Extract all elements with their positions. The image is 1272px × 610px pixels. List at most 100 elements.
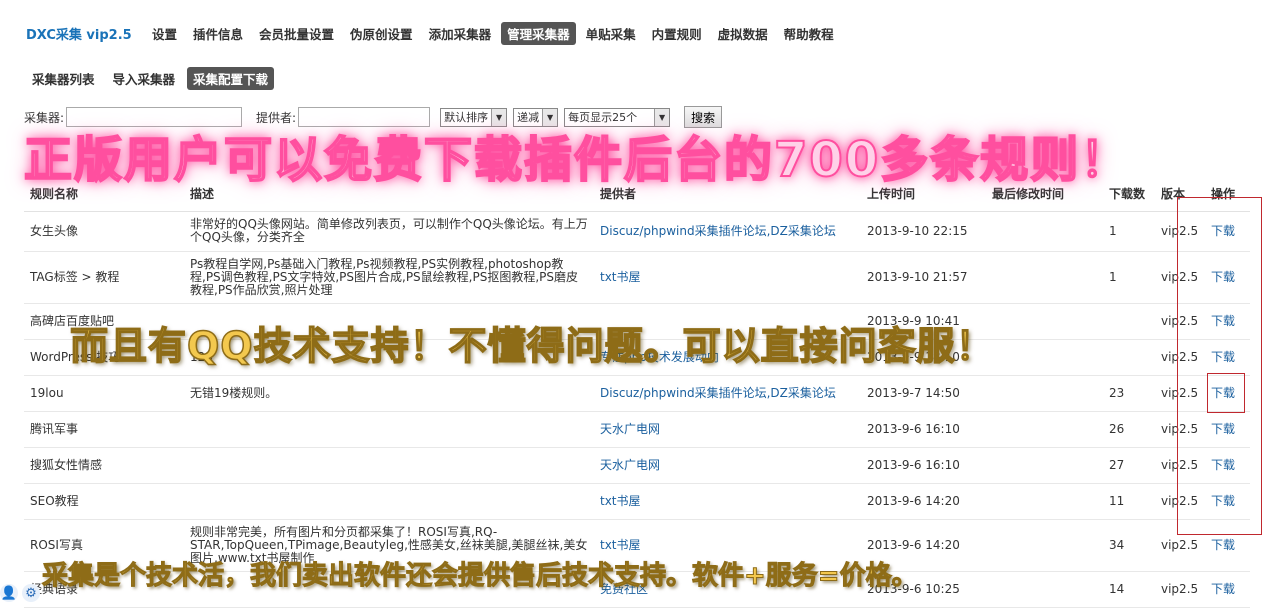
rule-version: vip2.5	[1155, 303, 1205, 340]
rule-desc: 无错19楼规则。	[184, 375, 594, 412]
download-link[interactable]: 下载	[1211, 350, 1235, 364]
table-row: SEO教程 txt书屋 2013-9-6 14:20 11 vip2.5 下载	[24, 483, 1250, 520]
rule-provider[interactable]: txt书屋	[594, 519, 861, 572]
rule-desc: 非常好的QQ头像网站。简单修改列表页，可以制作个QQ头像论坛。有上万个QQ头像，…	[184, 211, 594, 252]
download-link[interactable]: 下载	[1211, 270, 1235, 284]
rule-name: 搜狐女性情感	[24, 447, 184, 484]
rule-provider[interactable]: 免费社区	[594, 571, 861, 608]
nav-item[interactable]: 伪原创设置	[344, 22, 419, 45]
download-link[interactable]: 下载	[1211, 458, 1235, 472]
table-row: 腾讯军事 天水广电网 2013-9-6 16:10 26 vip2.5 下载	[24, 411, 1250, 448]
rule-provider[interactable]: Discuz/phpwind采集插件论坛,DZ采集论坛	[594, 375, 861, 412]
provider-input[interactable]	[298, 107, 431, 127]
rule-uploaded: 2013-9-6 10:25	[861, 571, 986, 608]
table-row: ROSI写真 规则非常完美，所有图片和分页都采集了！ROSI写真,RQ-STAR,…	[24, 519, 1250, 572]
rule-name: SEO教程	[24, 483, 184, 520]
table-header-row: 规则名称 描述 提供者 上传时间 最后修改时间 下载数 版本 操作	[24, 176, 1250, 212]
nav-item[interactable]: 插件信息	[187, 22, 249, 45]
action-cell: 下载	[1205, 303, 1250, 340]
rule-desc: Ps教程自学网,Ps基础入门教程,Ps视频教程,PS实例教程,photoshop…	[184, 251, 594, 304]
rule-downloads: 14	[1103, 571, 1155, 608]
table-row: 19lou 无错19楼规则。 Discuz/phpwind采集插件论坛,DZ采集论坛…	[24, 375, 1250, 412]
perpage-select[interactable]: 每页显示25个 ▼	[564, 107, 671, 127]
rule-downloads	[1103, 339, 1155, 376]
subnav-item[interactable]: 导入采集器	[107, 67, 182, 90]
download-link[interactable]: 下载	[1211, 538, 1235, 552]
nav-item[interactable]: 帮助教程	[778, 22, 840, 45]
download-link[interactable]: 下载	[1211, 224, 1235, 238]
rule-provider[interactable]: txt书屋	[594, 251, 861, 304]
rule-provider[interactable]: txt书屋	[594, 483, 861, 520]
col-modified: 最后修改时间	[986, 176, 1103, 212]
rule-name: WordPress 技巧	[24, 339, 184, 376]
nav-item[interactable]: 设置	[146, 22, 183, 45]
rule-downloads: 27	[1103, 447, 1155, 484]
rule-desc	[184, 483, 594, 520]
nav-item[interactable]: 管理采集器	[501, 22, 576, 45]
rule-name: 经典语录	[24, 571, 184, 608]
rule-provider[interactable]: Discuz/phpwind采集插件论坛,DZ采集论坛	[594, 211, 861, 252]
gear-icon[interactable]: ⚙	[22, 584, 40, 602]
rule-uploaded: 2013-9-6 14:20	[861, 483, 986, 520]
sort-select[interactable]: 默认排序 ▼	[440, 107, 508, 127]
person-icon[interactable]: 👤	[0, 584, 18, 602]
rule-modified	[986, 447, 1103, 484]
rule-downloads	[1103, 303, 1155, 340]
rule-downloads: 23	[1103, 375, 1155, 412]
nav-item[interactable]: 添加采集器	[423, 22, 498, 45]
action-cell: 下载	[1205, 411, 1250, 448]
app-title: DXC采集 vip2.5	[26, 28, 132, 43]
rule-desc	[184, 571, 594, 608]
nav-item[interactable]: 单贴采集	[580, 22, 642, 45]
nav-item[interactable]: 虚拟数据	[712, 22, 774, 45]
collector-label: 采集器:	[24, 110, 65, 125]
rule-name: 腾讯军事	[24, 411, 184, 448]
rule-provider[interactable]: 天水广电网	[594, 447, 861, 484]
action-cell: 下载	[1205, 339, 1250, 376]
table-row: 高碑店百度贴吧 2013-9-9 10:41 vip2.5 下载	[24, 303, 1250, 340]
chevron-down-icon: ▼	[491, 108, 507, 126]
rule-version: vip2.5	[1155, 375, 1205, 412]
rule-provider[interactable]: 天水广电网	[594, 411, 861, 448]
download-link[interactable]: 下载	[1211, 386, 1235, 400]
rule-desc	[184, 303, 594, 340]
filter-bar: 采集器: 提供者: 默认排序 ▼ 递减 ▼ 每页显示25个 ▼ 搜索	[24, 106, 723, 128]
col-downloads: 下载数	[1103, 176, 1155, 212]
rule-downloads: 26	[1103, 411, 1155, 448]
col-uploaded: 上传时间	[861, 176, 986, 212]
nav-item[interactable]: 会员批量设置	[253, 22, 340, 45]
rule-modified	[986, 251, 1103, 304]
rule-uploaded: 2013-9-6 16:10	[861, 411, 986, 448]
rule-modified	[986, 483, 1103, 520]
rule-desc	[184, 447, 594, 484]
rule-version: vip2.5	[1155, 339, 1205, 376]
subnav-item[interactable]: 采集配置下载	[187, 67, 275, 90]
action-cell: 下载	[1205, 483, 1250, 520]
download-link[interactable]: 下载	[1211, 422, 1235, 436]
col-desc: 描述	[184, 176, 594, 212]
rule-version: vip2.5	[1155, 211, 1205, 252]
action-cell: 下载	[1205, 375, 1250, 412]
rule-modified	[986, 339, 1103, 376]
nav-item[interactable]: 内置规则	[646, 22, 708, 45]
rule-desc: 规则非常完美，所有图片和分页都采集了！ROSI写真,RQ-STAR,TopQue…	[184, 519, 594, 572]
rule-uploaded: 2013-9-7 14:50	[861, 375, 986, 412]
rule-provider[interactable]	[594, 303, 861, 340]
order-select[interactable]: 递减 ▼	[513, 107, 559, 127]
rule-downloads: 11	[1103, 483, 1155, 520]
rule-modified	[986, 211, 1103, 252]
search-button[interactable]: 搜索	[684, 106, 723, 128]
download-link[interactable]: 下载	[1211, 314, 1235, 328]
rule-version: vip2.5	[1155, 411, 1205, 448]
download-link[interactable]: 下载	[1211, 494, 1235, 508]
rule-modified	[986, 571, 1103, 608]
rule-provider[interactable]: 专注php技术发展动向	[594, 339, 861, 376]
rule-downloads: 1	[1103, 251, 1155, 304]
action-cell: 下载	[1205, 571, 1250, 608]
top-navigation: 设置 插件信息 会员批量设置 伪原创设置 添加采集器 管理采集器 单贴采集 内置规则 虚拟数据帮…	[146, 22, 840, 45]
subnav-item[interactable]: 采集器列表	[26, 67, 101, 90]
rule-version: vip2.5	[1155, 519, 1205, 572]
collector-input[interactable]	[66, 107, 243, 127]
table-row: WordPress 技巧 123 专注php技术发展动向 2013-9-9 18:10…	[24, 339, 1250, 376]
download-link[interactable]: 下载	[1211, 582, 1235, 596]
